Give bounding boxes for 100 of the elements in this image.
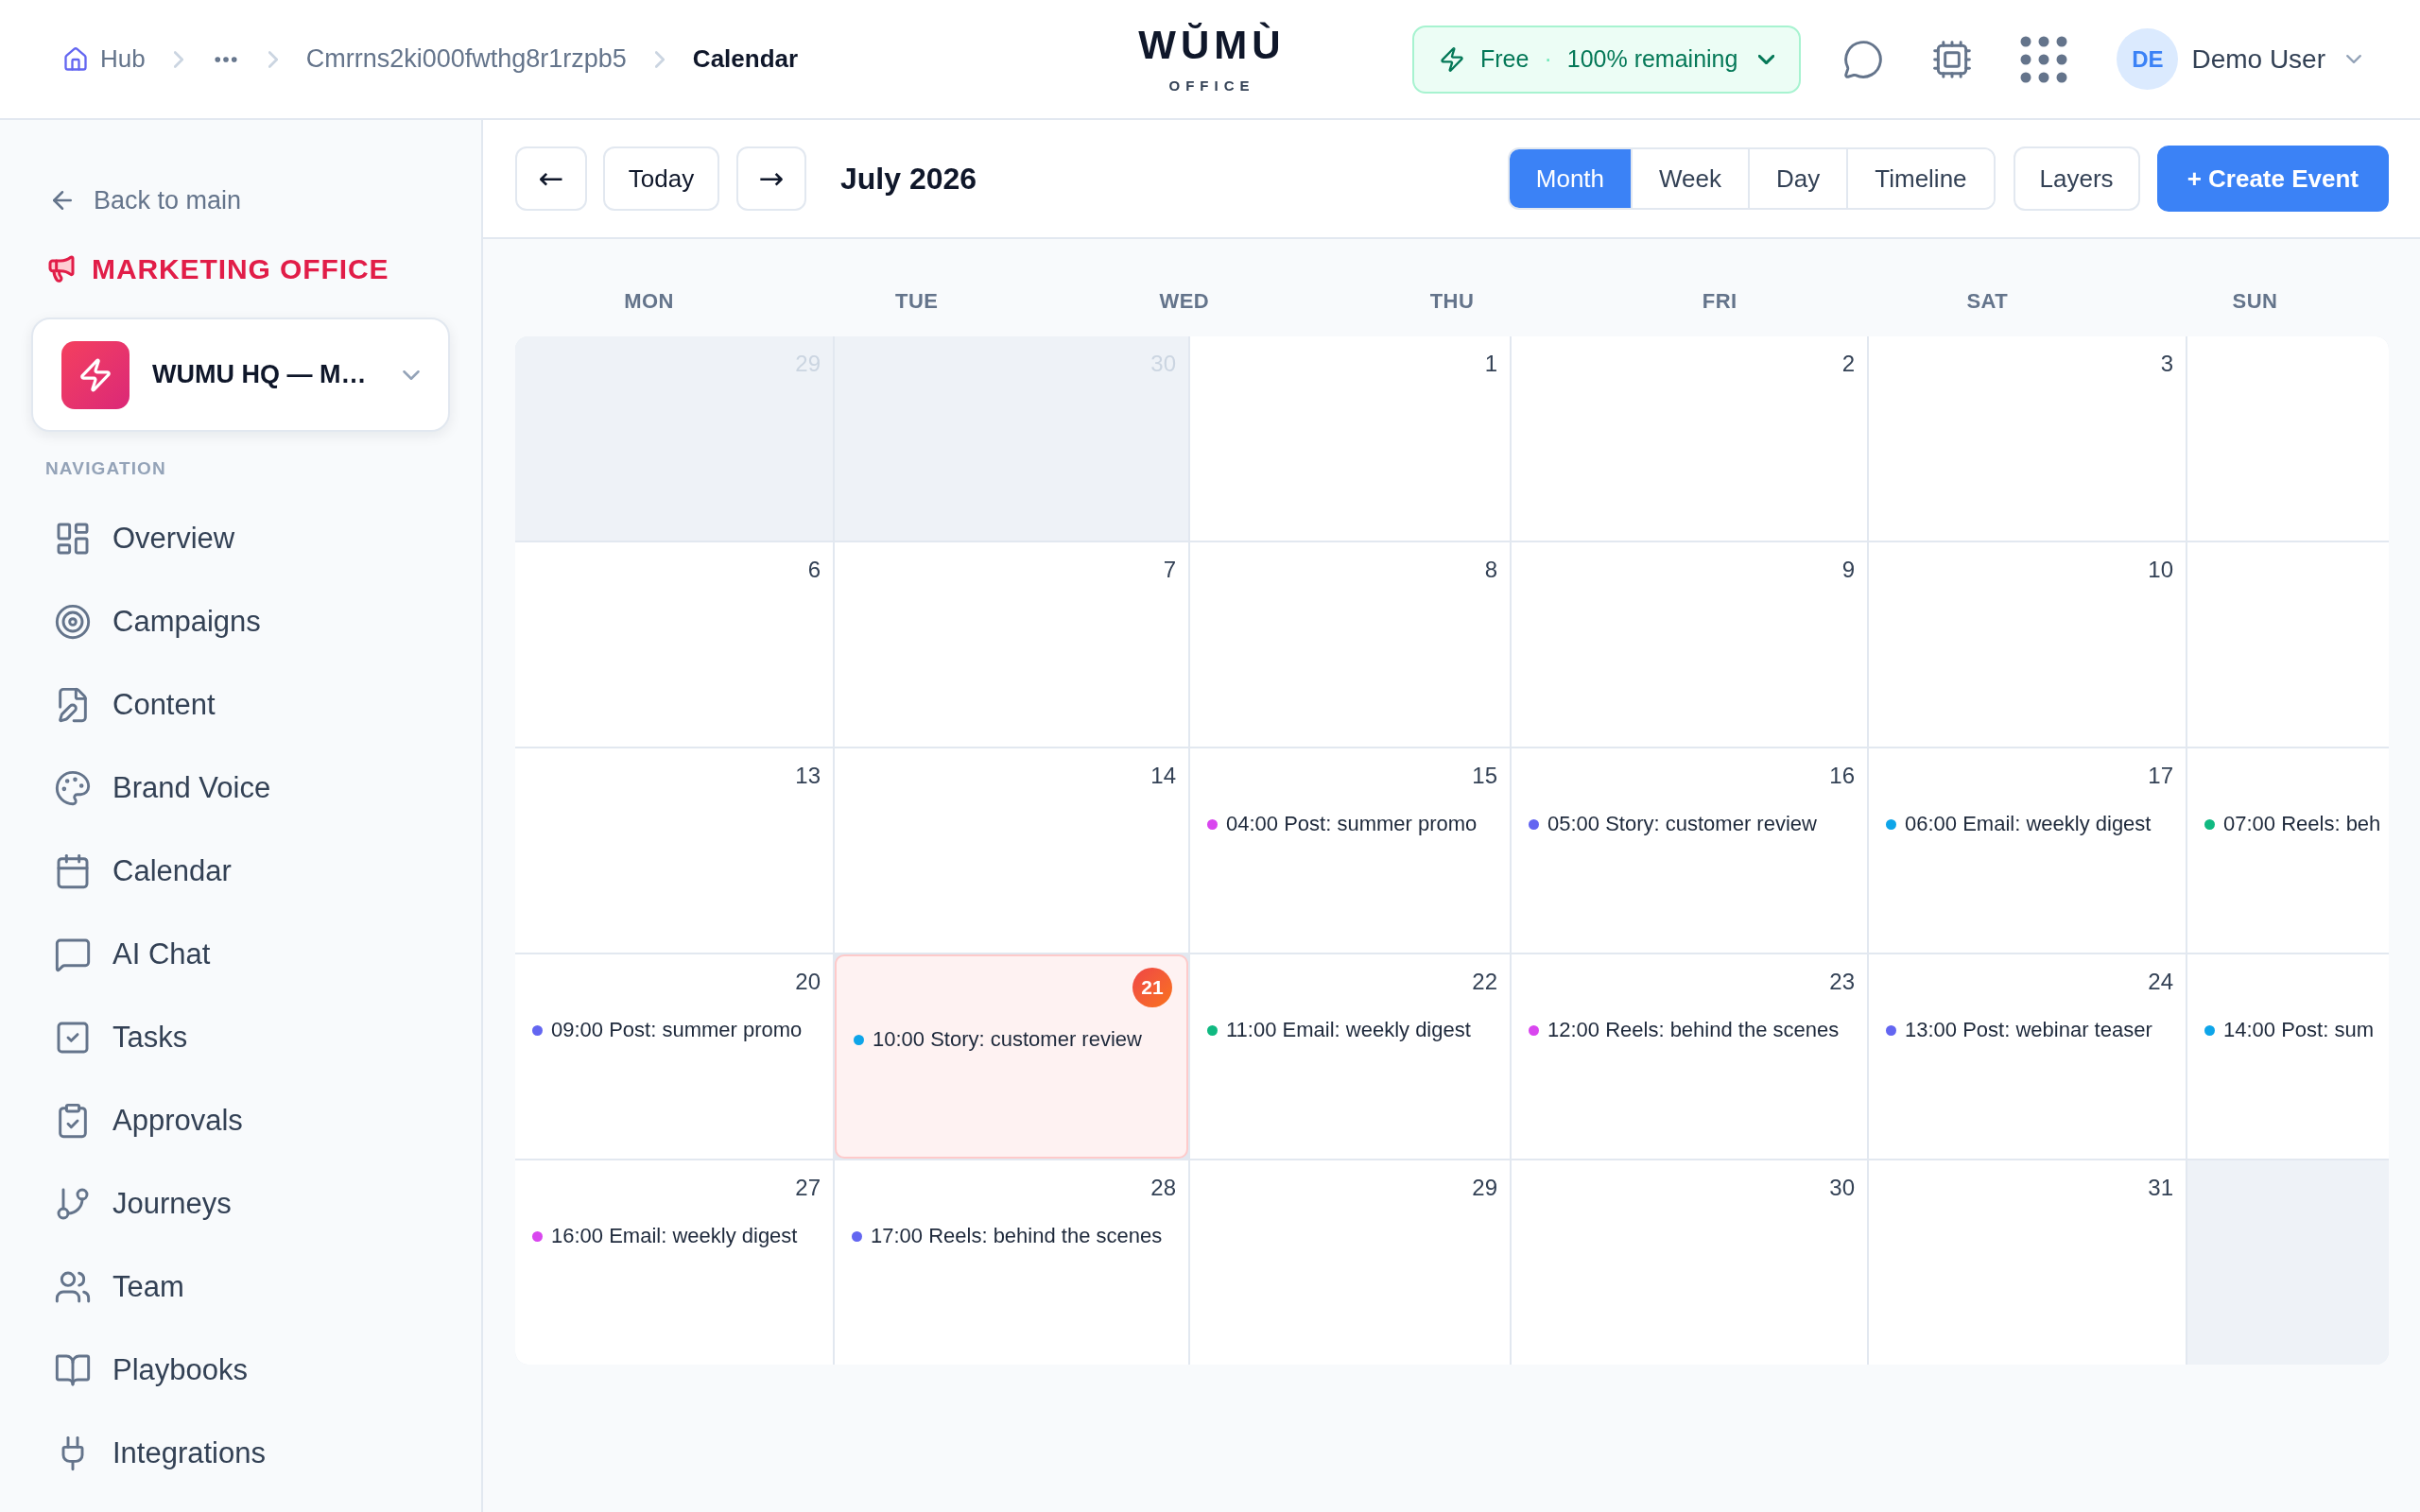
view-tab[interactable]: Month (1509, 149, 1632, 208)
day-cell[interactable]: 9 (1512, 542, 1867, 747)
next-button[interactable]: → (736, 146, 806, 211)
plan-button[interactable]: Free · 100% remaining (1412, 25, 1802, 94)
date-number: 1 (1484, 350, 1497, 378)
lightning-tile-icon (61, 340, 130, 409)
day-cell[interactable]: 31 (1869, 1160, 2186, 1365)
nav-item[interactable]: Journeys (31, 1170, 450, 1238)
chevron-down-icon (2346, 55, 2361, 63)
date-number: 31 (2148, 1174, 2173, 1202)
calendar-event[interactable]: 06:00 Email: weekly digest (1886, 810, 2152, 838)
day-cell[interactable]: 8 (1190, 542, 1510, 747)
date-number: 29 (1472, 1174, 1497, 1202)
date-number: 6 (807, 556, 821, 584)
day-cell[interactable] (2187, 542, 2389, 747)
weekday-label: WED (1159, 287, 1210, 315)
calendar-event[interactable]: 10:00 Story: customer review (854, 1025, 1142, 1054)
day-cell[interactable]: 1 (1190, 336, 1510, 541)
calendar-event[interactable]: 05:00 Story: customer review (1529, 810, 1817, 838)
day-cell[interactable]: 13 (515, 748, 833, 953)
day-cell[interactable]: 20 09:00 Post: summer promo (515, 954, 833, 1159)
nav-item[interactable]: AI Chat (31, 920, 450, 988)
date-number: 16 (1829, 762, 1855, 790)
calendar-event[interactable]: 16:00 Email: weekly digest (532, 1222, 798, 1250)
megaphone-icon (46, 253, 77, 284)
nav-item[interactable]: Campaigns (31, 588, 450, 656)
chevron-down-icon (403, 369, 420, 380)
day-cell[interactable]: 24 13:00 Post: webinar teaser (1869, 954, 2186, 1159)
nav-item[interactable]: Tasks (31, 1004, 450, 1072)
day-cell[interactable]: 10 (1869, 542, 2186, 747)
calendar-event[interactable]: 07:00 Reels: beh (2204, 810, 2381, 838)
date-number: 13 (795, 762, 821, 790)
month-title: July 2026 (840, 161, 977, 198)
calendar-event[interactable]: 04:00 Post: summer promo (1207, 810, 1478, 838)
nav-item[interactable]: Playbooks (31, 1336, 450, 1404)
weekday-label: THU (1429, 287, 1475, 315)
nav-item[interactable]: Calendar (31, 837, 450, 905)
date-number: 15 (1472, 762, 1497, 790)
view-tab[interactable]: Timeline (1846, 149, 1994, 208)
date-number: 14 (1150, 762, 1176, 790)
calendar-event[interactable]: 14:00 Post: sum (2204, 1016, 2374, 1044)
calendar-event[interactable]: 11:00 Email: weekly digest (1207, 1016, 1471, 1044)
calendar-event[interactable]: 09:00 Post: summer promo (532, 1016, 803, 1044)
office-title: MARKETING OFFICE (92, 251, 389, 286)
date-number: 10 (2148, 556, 2173, 584)
chevron-right-icon (268, 50, 278, 68)
nav-item[interactable]: Approvals (31, 1087, 450, 1155)
day-cell[interactable]: 27 16:00 Email: weekly digest (515, 1160, 833, 1365)
nav-item[interactable]: Integrations (31, 1419, 450, 1487)
calendar-event[interactable]: 13:00 Post: webinar teaser (1886, 1016, 2152, 1044)
day-cell[interactable]: 17 06:00 Email: weekly digest (1869, 748, 2186, 953)
nav-item[interactable]: Overview (31, 505, 450, 573)
layers-button[interactable]: Layers (2013, 146, 2140, 211)
back-link[interactable]: Back to main (48, 184, 242, 216)
chat-icon[interactable] (1842, 38, 1885, 80)
day-cell[interactable]: 16 05:00 Story: customer review (1512, 748, 1867, 953)
date-number: 27 (795, 1174, 821, 1202)
section-heading: NAVIGATION (45, 457, 166, 480)
target-icon (54, 603, 92, 641)
day-cell[interactable]: 30 (1512, 1160, 1867, 1365)
day-cell[interactable] (2187, 336, 2389, 541)
apps-grid-icon[interactable] (2020, 35, 2068, 83)
today-button[interactable]: Today (603, 146, 719, 211)
weekday-label: SUN (2232, 287, 2278, 315)
day-cell[interactable]: 3 (1869, 336, 2186, 541)
day-cell[interactable]: 23 12:00 Reels: behind the scenes (1512, 954, 1867, 1159)
calendar-event[interactable]: 12:00 Reels: behind the scenes (1529, 1016, 1840, 1044)
chip-icon[interactable] (1931, 38, 1974, 80)
breadcrumb-link[interactable]: Cmrrns2ki000fwthg8r1rzpb5 (305, 40, 627, 78)
create-event-button[interactable]: + Create Event (2156, 146, 2389, 212)
nav-item[interactable]: Team (31, 1253, 450, 1321)
day-cell[interactable]: 07:00 Reels: beh (2187, 748, 2389, 953)
today-date-badge: 21 (1132, 968, 1172, 1007)
nav-item[interactable]: Brand Voice (31, 754, 450, 822)
weekday-label: FRI (1702, 287, 1737, 315)
home-link[interactable]: Hub (62, 41, 146, 77)
weekday-label: TUE (895, 287, 939, 315)
user-menu-button[interactable]: Demo User (2191, 39, 2361, 79)
home-icon (62, 45, 89, 73)
breadcrumb-current: Calendar (692, 43, 799, 75)
day-cell[interactable]: 6 (515, 542, 833, 747)
day-cell[interactable]: 29 (1190, 1160, 1510, 1365)
day-cell[interactable]: 14 (835, 748, 1188, 953)
date-number: 7 (1163, 556, 1176, 584)
chevron-right-icon (654, 50, 665, 68)
day-cell[interactable]: 15 04:00 Post: summer promo (1190, 748, 1510, 953)
workspace-switcher[interactable]: WUMU HQ — M… (31, 318, 450, 432)
chevron-right-icon (173, 50, 183, 68)
nav-item[interactable]: Content (31, 671, 450, 739)
day-cell[interactable]: 14:00 Post: sum (2187, 954, 2389, 1159)
day-cell[interactable]: 28 17:00 Reels: behind the scenes (835, 1160, 1188, 1365)
day-cell[interactable]: 2 (1512, 336, 1867, 541)
weekday-label: MON (624, 287, 674, 315)
palette-icon (54, 769, 92, 807)
day-cell[interactable]: 21 10:00 Story: customer review (835, 954, 1188, 1159)
previous-button[interactable]: ← (515, 146, 587, 211)
day-cell[interactable]: 7 (835, 542, 1188, 747)
calendar-event[interactable]: 17:00 Reels: behind the scenes (852, 1222, 1163, 1250)
date-number: 20 (795, 968, 821, 996)
day-cell[interactable]: 22 11:00 Email: weekly digest (1190, 954, 1510, 1159)
